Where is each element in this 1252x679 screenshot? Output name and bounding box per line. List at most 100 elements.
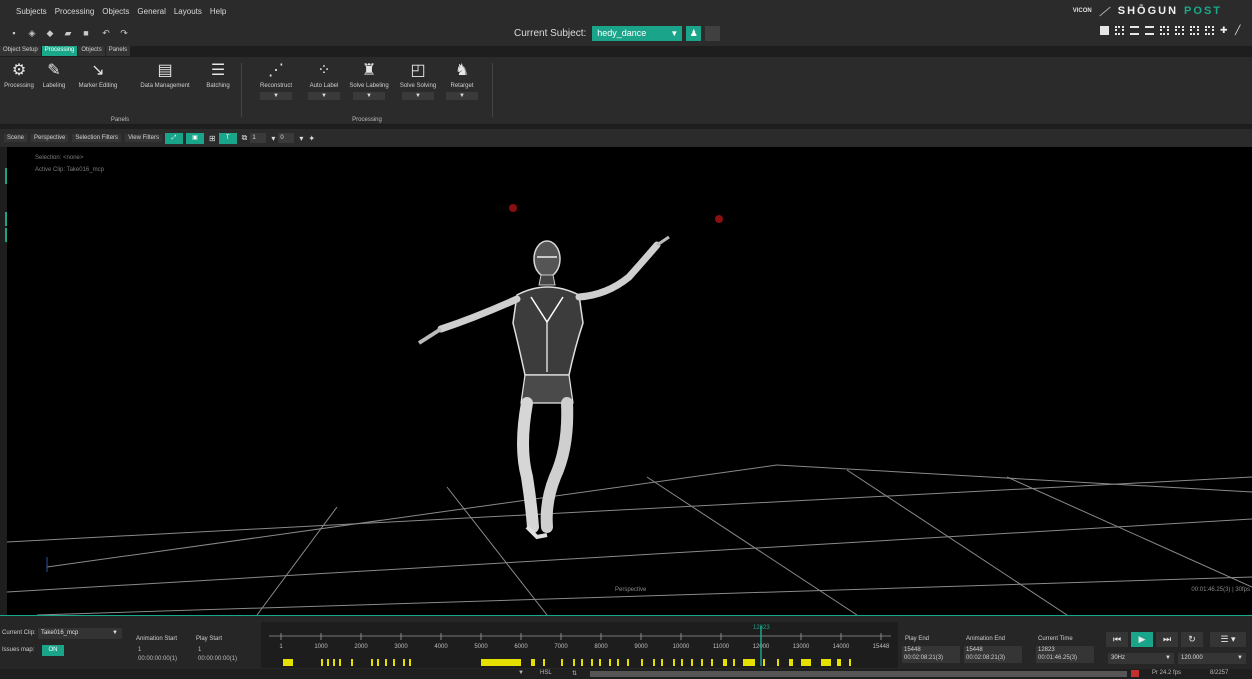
marker-point-2 bbox=[715, 215, 723, 223]
skip-end-icon[interactable]: ⏭ bbox=[1156, 632, 1178, 647]
view-filters-button[interactable]: View Filters bbox=[125, 134, 162, 142]
auto-label-button[interactable]: ⁘ Auto Label ▼ bbox=[304, 61, 344, 100]
current-time-tc: 00:01:46.25(3) bbox=[1038, 655, 1078, 661]
animation-end-box[interactable]: 15448 00:02:08:21(3) bbox=[964, 646, 1022, 663]
save-icon[interactable]: ■ bbox=[80, 28, 92, 39]
menu-subjects[interactable]: Subjects bbox=[16, 7, 47, 16]
layout-quad-icon[interactable] bbox=[1115, 26, 1124, 35]
timeline-track[interactable]: 1 1000 2000 3000 4000 5000 6000 7000 8000 9000 100… bbox=[261, 622, 898, 668]
menu-general[interactable]: General bbox=[137, 7, 165, 16]
processing-panel-label: Processing bbox=[4, 83, 34, 89]
subject-extra-button[interactable] bbox=[705, 26, 721, 41]
undo-icon[interactable]: ↶ bbox=[100, 28, 112, 39]
labeling-panel-button[interactable]: ✎ Labeling bbox=[38, 61, 70, 89]
folder-icon[interactable]: ▰ bbox=[62, 28, 74, 39]
issue-bar bbox=[617, 659, 619, 666]
play-start-label: Play Start bbox=[196, 636, 223, 642]
layout-rows-icon[interactable] bbox=[1145, 26, 1154, 35]
3d-viewport[interactable]: Selection: <none> Active Clip: Take016_m… bbox=[7, 147, 1252, 615]
menu-objects[interactable]: Objects bbox=[102, 7, 129, 16]
marker-editing-button[interactable]: ↘ Marker Editing bbox=[72, 61, 124, 89]
subject-dropdown[interactable]: hedy_dance ▼ bbox=[592, 26, 683, 41]
grid-icon[interactable]: ⊞ bbox=[209, 134, 216, 143]
camera-dropdown[interactable]: Scene bbox=[4, 134, 28, 142]
layout-single-icon[interactable] bbox=[1100, 26, 1109, 35]
auto-label-dropdown[interactable]: ▼ bbox=[308, 92, 340, 100]
layers-icon[interactable]: ⧉ bbox=[242, 133, 248, 143]
tab-object-setup[interactable]: Object Setup bbox=[0, 46, 41, 56]
camera-mode-icon[interactable]: ⤢ bbox=[164, 132, 183, 144]
play-start-tc: 00:00:00:00(1) bbox=[198, 656, 238, 662]
pin-icon[interactable]: ✦ bbox=[308, 134, 315, 143]
skip-start-icon[interactable]: ⏮ bbox=[1106, 632, 1128, 647]
issue-bar bbox=[561, 659, 563, 666]
menu-processing[interactable]: Processing bbox=[55, 7, 95, 16]
tab-panels[interactable]: Panels bbox=[105, 46, 131, 56]
menu-list-icon[interactable]: ☰ ▾ bbox=[1210, 632, 1246, 647]
ribbon-separator-2 bbox=[492, 63, 493, 117]
play-end-box[interactable]: 15448 00:02:08:21(3) bbox=[902, 646, 960, 663]
chevron-down-icon-2[interactable]: ▾ bbox=[299, 134, 303, 143]
chevron-down-icon[interactable]: ▼ bbox=[518, 670, 524, 676]
retarget-dropdown[interactable]: ▼ bbox=[446, 92, 478, 100]
marker-editing-label: Marker Editing bbox=[78, 83, 118, 89]
play-icon[interactable]: ▶ bbox=[1131, 632, 1153, 647]
play-start-frame[interactable]: 1 bbox=[198, 647, 201, 653]
frame-icon[interactable]: ▣ bbox=[185, 132, 204, 144]
issues-map-toggle[interactable]: ON bbox=[42, 645, 64, 656]
reconstruct-button[interactable]: ⋰ Reconstruct ▼ bbox=[256, 61, 296, 100]
current-time-box[interactable]: 12823 00:01:46.25(3) bbox=[1036, 646, 1094, 663]
pencil-icon[interactable]: ╱ bbox=[1235, 26, 1244, 35]
layout-grid3-icon[interactable] bbox=[1190, 26, 1199, 35]
retarget-button[interactable]: ♞ Retarget ▼ bbox=[442, 61, 482, 100]
text-tool-icon[interactable]: T bbox=[218, 132, 237, 144]
new-icon[interactable]: ▪ bbox=[8, 28, 20, 39]
marker-tool-icon[interactable]: ⇅ bbox=[572, 670, 577, 677]
labeling-panel-label: Labeling bbox=[42, 83, 66, 89]
issue-bar bbox=[723, 659, 727, 666]
solve-solving-icon: ◰ bbox=[410, 62, 426, 79]
current-clip-dropdown[interactable]: Take016_mcp ▼ bbox=[38, 628, 122, 639]
redo-icon[interactable]: ↷ bbox=[118, 28, 130, 39]
viewport-field-1[interactable]: 1 bbox=[250, 133, 267, 143]
issue-bar bbox=[641, 659, 643, 666]
reconstruct-dropdown[interactable]: ▼ bbox=[260, 92, 292, 100]
issue-bar bbox=[333, 659, 335, 666]
brand-logo: VICON SHŌGUN POST bbox=[1073, 5, 1222, 17]
solve-solving-button[interactable]: ◰ Solve Solving ▼ bbox=[396, 61, 440, 100]
timeline-tick-label: 8000 bbox=[594, 644, 608, 650]
color-mode[interactable]: HSL bbox=[540, 670, 552, 676]
animation-end-label: Animation End bbox=[966, 636, 1006, 642]
add-layout-icon[interactable]: ✚ bbox=[1220, 26, 1229, 35]
batching-button[interactable]: ☰ Batching bbox=[200, 61, 236, 89]
chevron-down-icon[interactable]: ▾ bbox=[271, 134, 275, 143]
solve-labeling-button[interactable]: ♜ Solve Labeling ▼ bbox=[346, 61, 392, 100]
import-icon[interactable]: ◆ bbox=[44, 28, 56, 39]
loop-icon[interactable]: ↻ bbox=[1181, 632, 1203, 647]
processing-panel-button[interactable]: ⚙ Processing bbox=[0, 61, 38, 89]
animation-start-frame[interactable]: 1 bbox=[138, 647, 141, 653]
transport-controls: ⏮ ▶ ⏭ ↻ bbox=[1106, 632, 1203, 647]
auto-label-label: Auto Label bbox=[309, 83, 339, 89]
view-dropdown[interactable]: Perspective bbox=[31, 134, 69, 142]
viewport-field-2[interactable]: 0 bbox=[278, 133, 295, 143]
speed-dropdown[interactable]: 120.000 ▼ bbox=[1178, 653, 1246, 664]
tab-processing[interactable]: Processing bbox=[41, 46, 78, 56]
current-subject: Current Subject: hedy_dance ▼ ♟ bbox=[514, 26, 721, 41]
layout-grid-icon[interactable] bbox=[1160, 26, 1169, 35]
reconstruct-icon: ⋰ bbox=[268, 62, 284, 79]
data-management-button[interactable]: ▤ Data Management bbox=[134, 61, 196, 89]
menu-help[interactable]: Help bbox=[210, 7, 226, 16]
rate-dropdown[interactable]: 30Hz ▼ bbox=[1108, 653, 1174, 664]
menu-layouts[interactable]: Layouts bbox=[174, 7, 202, 16]
issue-bar bbox=[681, 659, 683, 666]
subject-person-icon[interactable]: ♟ bbox=[686, 26, 702, 41]
layout-grid2-icon[interactable] bbox=[1175, 26, 1184, 35]
solve-solving-dropdown[interactable]: ▼ bbox=[402, 92, 434, 100]
selection-filters-button[interactable]: Selection Filters bbox=[72, 134, 122, 142]
open-icon[interactable]: ◈ bbox=[26, 28, 38, 39]
solve-labeling-dropdown[interactable]: ▼ bbox=[353, 92, 385, 100]
layout-grid4-icon[interactable] bbox=[1205, 26, 1214, 35]
tab-objects[interactable]: Objects bbox=[78, 46, 105, 56]
layout-split-icon[interactable] bbox=[1130, 26, 1139, 35]
